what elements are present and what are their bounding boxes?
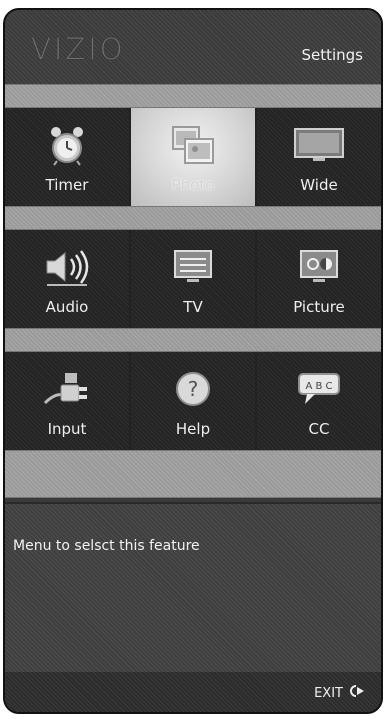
menu-tile-picture[interactable]: Picture bbox=[255, 230, 381, 328]
exit-button[interactable]: EXIT bbox=[314, 684, 365, 702]
menu-tile-label: Help bbox=[175, 420, 211, 438]
menu-row-2: Audio TV Picture bbox=[5, 230, 381, 328]
widescreen-icon bbox=[291, 122, 347, 168]
svg-text:A B C: A B C bbox=[305, 381, 332, 392]
picture-settings-icon bbox=[291, 244, 347, 290]
menu-tile-label: Picture bbox=[293, 298, 345, 316]
menu-tile-label: CC bbox=[308, 420, 330, 438]
menu-tile-label: Wide bbox=[300, 176, 338, 194]
menu-tile-timer[interactable]: Timer bbox=[5, 108, 129, 206]
tv-icon bbox=[165, 244, 221, 290]
page-title: Settings bbox=[301, 46, 363, 64]
menu-tile-label: Audio bbox=[45, 298, 89, 316]
menu-tile-wide[interactable]: Wide bbox=[255, 108, 381, 206]
menu-tile-label: Input bbox=[47, 420, 87, 438]
menu-tile-cc[interactable]: A B C CC bbox=[255, 352, 381, 450]
exit-arrow-icon bbox=[349, 684, 365, 702]
photo-icon bbox=[165, 122, 221, 168]
menu-row-1: Timer Photo Wide bbox=[5, 108, 381, 206]
footer: EXIT bbox=[5, 672, 381, 712]
alarm-clock-icon bbox=[39, 122, 95, 168]
menu-tile-tv[interactable]: TV bbox=[129, 230, 255, 328]
feature-description: Menu to selsct this feature bbox=[13, 538, 200, 554]
help-icon: ? bbox=[165, 366, 221, 412]
menu-tile-photo[interactable]: Photo bbox=[129, 108, 255, 206]
input-plug-icon bbox=[39, 366, 95, 412]
vizio-logo: VIZIO bbox=[31, 32, 126, 66]
menu-tile-help[interactable]: ? Help bbox=[129, 352, 255, 450]
row-separator bbox=[5, 84, 381, 108]
speaker-icon bbox=[39, 244, 95, 290]
menu-row-3: Input ? Help A B C CC bbox=[5, 352, 381, 450]
settings-panel: VIZIO Settings Timer Photo Wide Audio TV… bbox=[3, 8, 383, 714]
menu-tile-label: TV bbox=[183, 298, 203, 316]
menu-tile-input[interactable]: Input bbox=[5, 352, 129, 450]
exit-label: EXIT bbox=[314, 685, 343, 701]
row-separator bbox=[5, 206, 381, 230]
menu-tile-label: Timer bbox=[45, 176, 89, 194]
row-separator bbox=[5, 450, 381, 498]
menu-tile-label: Photo bbox=[171, 176, 215, 194]
closed-caption-icon: A B C bbox=[291, 366, 347, 412]
header: VIZIO Settings bbox=[5, 10, 381, 84]
menu-tile-audio[interactable]: Audio bbox=[5, 230, 129, 328]
svg-text:?: ? bbox=[188, 377, 199, 401]
row-separator bbox=[5, 328, 381, 352]
description-area: Menu to selsct this feature bbox=[5, 502, 381, 679]
